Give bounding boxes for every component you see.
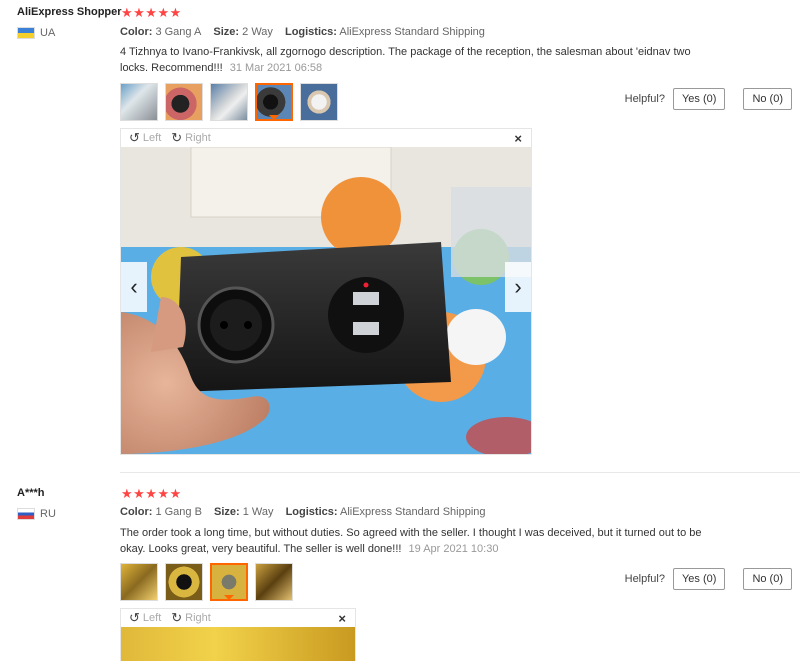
- previous-image-button[interactable]: ‹: [121, 262, 147, 312]
- helpful-yes-button[interactable]: Yes (0): [672, 88, 726, 110]
- review-thumbnail[interactable]: [120, 83, 158, 121]
- reviewer-name: AliExpress Shopper: [17, 6, 122, 18]
- chevron-left-icon: ‹: [130, 274, 138, 299]
- size-label: Size:: [213, 26, 240, 38]
- star-rating: ★★★★★: [121, 5, 182, 20]
- review-thumbnail-active[interactable]: [255, 83, 293, 121]
- review-date: 31 Mar 2021 06:58: [229, 62, 323, 74]
- review-attributes: Color: 3 Gang A Size: 2 Way Logistics: A…: [120, 26, 485, 38]
- review-item: A***h RU ★★★★★ Color: 1 Gang B Size: 1 W…: [0, 482, 800, 661]
- rotate-right-icon: ↻: [171, 130, 183, 145]
- rotate-left-button[interactable]: ↺ Left: [129, 130, 161, 146]
- logistics-value: AliExpress Standard Shipping: [339, 26, 485, 38]
- color-value: 1 Gang B: [155, 506, 202, 518]
- helpful-no-button[interactable]: No (0): [743, 568, 792, 590]
- rotate-left-label: Left: [142, 132, 162, 144]
- logistics-value: AliExpress Standard Shipping: [339, 506, 486, 518]
- helpful-votes: Helpful? Yes (0) No (0): [625, 568, 792, 590]
- logistics-label: Logistics:: [285, 506, 338, 518]
- review-photo-image: [121, 147, 531, 454]
- image-viewer: ↺ Left ↻ Right ×: [120, 128, 532, 455]
- rotate-right-label: Right: [185, 612, 211, 624]
- review-divider: [120, 472, 800, 473]
- helpful-votes: Helpful? Yes (0) No (0): [625, 88, 792, 110]
- reviewer-country: RU: [17, 508, 56, 520]
- review-photo: ‹ ›: [121, 147, 531, 454]
- review-text: The order took a long time, but without …: [120, 525, 720, 557]
- country-code: RU: [40, 508, 56, 520]
- review-thumbnail[interactable]: [165, 563, 203, 601]
- viewer-toolbar: ↺ Left ↻ Right ×: [121, 609, 355, 627]
- color-label: Color:: [120, 26, 153, 38]
- review-thumbnail[interactable]: [210, 83, 248, 121]
- rotate-right-label: Right: [185, 132, 211, 144]
- reviewer-country: UA: [17, 27, 55, 39]
- flag-icon: [17, 27, 35, 39]
- rotate-right-button[interactable]: ↻ Right: [171, 130, 211, 146]
- rotate-left-label: Left: [142, 612, 162, 624]
- chevron-right-icon: ›: [514, 274, 522, 299]
- country-code: UA: [40, 27, 56, 39]
- next-image-button[interactable]: ›: [505, 262, 531, 312]
- viewer-toolbar: ↺ Left ↻ Right ×: [121, 129, 531, 147]
- flag-icon: [17, 508, 35, 520]
- review-date: 19 Apr 2021 10:30: [408, 543, 499, 555]
- helpful-label: Helpful?: [624, 573, 665, 585]
- color-value: 3 Gang A: [155, 26, 202, 38]
- review-thumbnails: [120, 563, 293, 601]
- size-value: 2 Way: [242, 26, 273, 38]
- logistics-label: Logistics:: [284, 26, 337, 38]
- size-value: 1 Way: [242, 506, 274, 518]
- close-icon[interactable]: ×: [514, 131, 522, 146]
- review-thumbnails: [120, 83, 338, 121]
- review-body: 4 Tizhnya to Ivano-Frankivsk, all zgorno…: [120, 46, 691, 74]
- size-label: Size:: [214, 506, 240, 518]
- review-thumbnail[interactable]: [255, 563, 293, 601]
- rotate-right-button[interactable]: ↻ Right: [171, 610, 211, 626]
- review-photo: [121, 627, 355, 661]
- review-attributes: Color: 1 Gang B Size: 1 Way Logistics: A…: [120, 506, 486, 518]
- review-thumbnail[interactable]: [120, 563, 158, 601]
- reviewer-name: A***h: [17, 487, 45, 499]
- rotate-right-icon: ↻: [171, 610, 183, 625]
- review-thumbnail-active[interactable]: [210, 563, 248, 601]
- star-rating: ★★★★★: [121, 486, 182, 501]
- review-thumbnail[interactable]: [165, 83, 203, 121]
- color-label: Color:: [120, 506, 153, 518]
- review-item: AliExpress Shopper UA ★★★★★ Color: 3 Gan…: [0, 0, 800, 470]
- helpful-label: Helpful?: [624, 93, 665, 105]
- image-viewer: ↺ Left ↻ Right ×: [120, 608, 356, 661]
- rotate-left-icon: ↺: [129, 130, 140, 145]
- review-text: 4 Tizhnya to Ivano-Frankivsk, all zgorno…: [120, 44, 720, 76]
- close-icon[interactable]: ×: [338, 611, 346, 626]
- rotate-left-button[interactable]: ↺ Left: [129, 610, 161, 626]
- review-thumbnail[interactable]: [300, 83, 338, 121]
- helpful-yes-button[interactable]: Yes (0): [672, 568, 726, 590]
- rotate-left-icon: ↺: [129, 610, 140, 625]
- helpful-no-button[interactable]: No (0): [743, 88, 792, 110]
